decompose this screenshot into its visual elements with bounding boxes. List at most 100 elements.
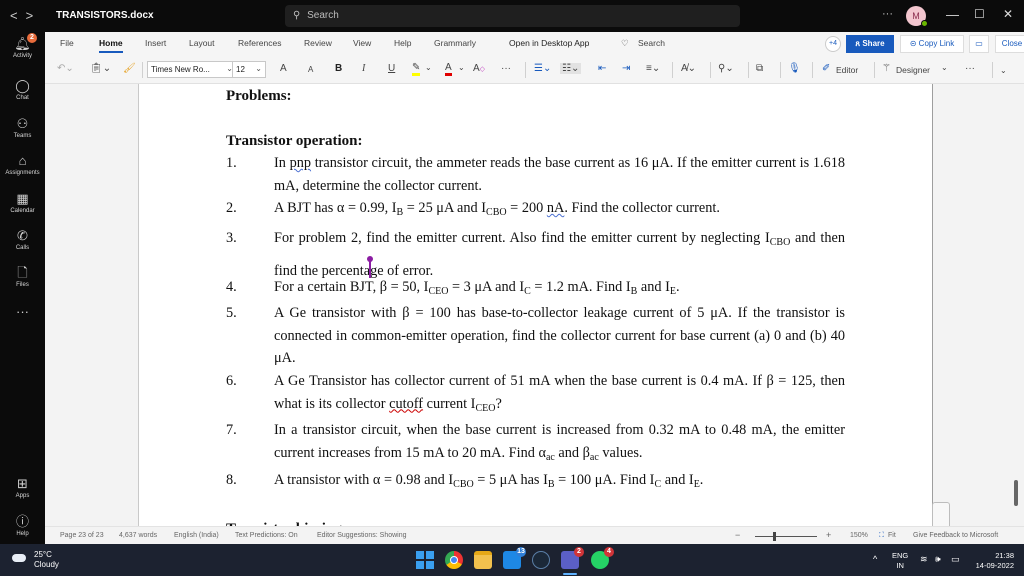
text-predictions-status[interactable]: Text Predictions: On [235,532,298,539]
battery-icon[interactable]: ▭ [951,554,960,564]
rail-item-calendar[interactable]: ▦ Calendar [0,191,45,214]
file-explorer-icon[interactable] [474,551,492,569]
font-color-icon[interactable]: A [445,63,452,76]
spelling-flag[interactable]: nA [547,200,564,216]
whatsapp-icon[interactable]: 4 [591,547,614,569]
participants-badge[interactable]: +4 [825,36,841,52]
bullets-icon[interactable]: ☰⌄ [534,63,551,74]
comments-button[interactable]: ▭ [969,35,989,53]
styles-icon[interactable]: A̸⌄ [681,63,696,74]
zoom-in-button[interactable]: + [826,530,831,540]
fit-button[interactable]: Fit [888,532,896,539]
rail-item-help[interactable]: ⓘ Help [0,514,45,537]
chevron-down-icon[interactable]: ⌄ [941,63,948,72]
toolbar-more-icon[interactable]: ··· [965,63,975,74]
tab-help[interactable]: Help [394,38,411,48]
rail-item-chat[interactable]: ◯ Chat [0,78,45,101]
teams-taskbar-icon[interactable]: 2 [561,547,584,575]
tab-review[interactable]: Review [304,38,332,48]
rail-item-files[interactable]: 🗋︎ Files [0,265,45,288]
tab-layout[interactable]: Layout [189,38,215,48]
activity-badge: 2 [27,33,37,43]
back-icon[interactable]: < [10,8,26,23]
format-painter-icon[interactable]: 🖌︎ [123,63,136,74]
clock[interactable]: 21:38 14-09-2022 [972,551,1014,571]
mail-icon[interactable]: 13 [503,547,526,569]
link-icon: ⊝ [909,39,919,48]
underline-button[interactable]: U [388,63,395,74]
share-button[interactable]: ጸ Share [846,35,894,53]
zoom-level[interactable]: 150% [850,532,868,539]
highlight-color-icon[interactable]: ✎ [412,63,421,76]
feedback-link[interactable]: Give Feedback to Microsoft [913,532,998,539]
zoom-slider[interactable] [755,536,817,537]
numbering-icon[interactable]: ☷⌄ [560,63,582,74]
wifi-icon[interactable]: ≋ [920,554,928,564]
show-hidden-icons-chevron[interactable]: ^ [873,554,877,564]
designer-wand-icon[interactable]: ⚚ [882,63,891,74]
shrink-font-icon[interactable]: A [308,65,313,74]
zoom-slider-thumb[interactable] [773,532,776,541]
volume-icon[interactable]: 🕪︎ [935,554,941,564]
rail-item-more[interactable]: ··· [0,304,45,319]
chrome-icon[interactable] [445,551,463,569]
page-count[interactable]: Page 23 of 23 [60,532,104,539]
tab-file[interactable]: File [60,38,74,48]
more-font-options-icon[interactable]: ··· [501,63,511,74]
italic-button[interactable]: I [362,63,365,74]
question-text: A Ge transistor with β = 100 has base-to… [274,305,845,366]
bold-button[interactable]: B [335,63,342,74]
align-icon[interactable]: ≡⌄ [646,63,660,74]
tab-grammarly[interactable]: Grammarly [434,38,476,48]
tab-references[interactable]: References [238,38,281,48]
close-window-button[interactable]: ✕ [1003,7,1013,21]
rail-item-activity[interactable]: 🔔︎ 2 Activity [0,33,45,59]
font-size-select[interactable]: 12 ⌄ [232,61,266,78]
global-search-input[interactable]: ⚲ Search [285,5,740,27]
font-name-select[interactable]: Times New Ro... ⌄ [147,61,237,78]
maximize-button[interactable]: ☐ [974,7,985,21]
tab-view[interactable]: View [353,38,371,48]
rail-item-teams[interactable]: ⚇ Teams [0,116,45,139]
rail-item-assignments[interactable]: ⌂ Assignments [0,153,45,176]
more-options-icon[interactable]: ··· [882,8,893,20]
language-indicator[interactable]: English (India) [174,532,219,539]
find-icon[interactable]: ⚲⌄ [718,63,734,74]
start-button[interactable] [416,551,434,569]
question-number: 5. [226,305,237,321]
clear-formatting-icon[interactable]: A◇ [473,63,485,74]
increase-indent-icon[interactable]: ⇥ [622,63,630,74]
tab-insert[interactable]: Insert [145,38,166,48]
zoom-out-button[interactable]: − [735,530,740,540]
input-language-indicator[interactable]: ENG IN [892,551,908,571]
editor-suggestions-status[interactable]: Editor Suggestions: Showing [317,532,407,539]
tell-me-search[interactable]: Search [638,38,665,48]
document-page[interactable]: Problems: Transistor operation: 1. In pn… [138,84,933,526]
spelling-flag[interactable]: pnp [290,155,311,171]
forward-icon[interactable]: > [26,8,42,23]
word-count[interactable]: 4,637 words [119,532,157,539]
open-in-desktop-app-button[interactable]: Open in Desktop App [509,38,589,48]
designer-button[interactable]: Designer [896,65,930,75]
spelling-flag[interactable]: cutoff [389,396,423,412]
expand-ribbon-icon[interactable]: ⌄ [1000,66,1007,75]
minimize-button[interactable]: — [946,7,959,22]
copy-link-button[interactable]: ⊝ Copy Link [900,35,964,53]
vertical-scrollbar-thumb[interactable] [1014,480,1018,506]
steam-icon[interactable] [532,551,550,569]
grow-font-icon[interactable]: A [280,63,287,74]
rail-item-calls[interactable]: ✆ Calls [0,228,45,251]
tab-home[interactable]: Home [99,38,123,53]
rail-item-apps[interactable]: ⊞ Apps [0,476,45,499]
undo-icon[interactable]: ↶⌄ [57,63,74,74]
chevron-down-icon[interactable]: ⌄ [425,63,432,72]
editor-button[interactable]: Editor [836,65,858,75]
editor-pen-icon[interactable]: ✐ [822,63,830,74]
decrease-indent-icon[interactable]: ⇤ [598,63,606,74]
avatar[interactable]: M [906,6,928,27]
clipboard-icon[interactable]: 📋︎⌄ [90,63,111,74]
dictate-microphone-icon[interactable]: 🎙︎ [788,63,801,74]
immersive-reader-icon[interactable]: ⧉ [756,63,763,74]
close-document-button[interactable]: Close [995,35,1024,53]
chevron-down-icon[interactable]: ⌄ [458,63,465,72]
